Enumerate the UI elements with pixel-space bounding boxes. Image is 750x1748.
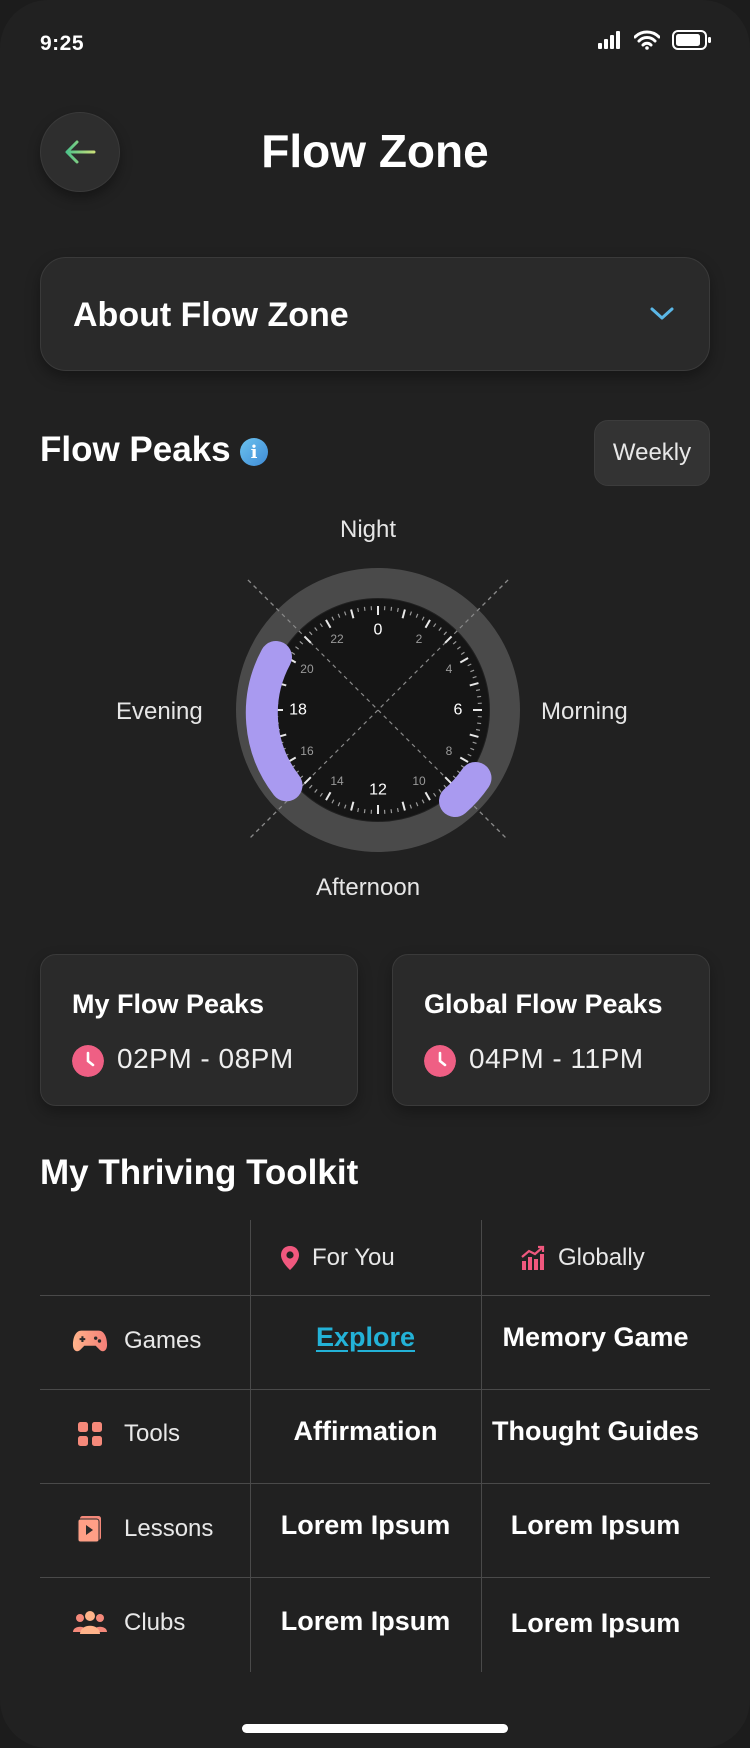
dial-hour-number: 12 bbox=[369, 782, 387, 799]
dial-tick bbox=[357, 807, 360, 813]
tools-global-item[interactable]: Thought Guides bbox=[481, 1416, 710, 1447]
row-label-text: Tools bbox=[124, 1420, 181, 1447]
dial-label-night: Night bbox=[340, 516, 397, 543]
row-label-text: Games bbox=[124, 1327, 202, 1354]
clubs-for-you-item[interactable]: Lorem Ipsum bbox=[250, 1606, 481, 1637]
table-divider bbox=[40, 1483, 710, 1484]
gamepad-icon bbox=[72, 1330, 108, 1352]
dial-hour-number: 0 bbox=[374, 622, 383, 639]
dial-tick bbox=[363, 606, 366, 611]
info-glyph: i bbox=[250, 441, 258, 463]
flow-peaks-dial: 0 2 4 6 8 10 12 14 16 18 20 22 bbox=[236, 568, 520, 852]
table-divider bbox=[40, 1577, 710, 1578]
dial-label-morning: Morning bbox=[541, 698, 628, 725]
peak-card-title: Global Flow Peaks bbox=[424, 989, 663, 1019]
row-label-lessons: Lessons bbox=[72, 1514, 213, 1544]
row-label-text: Clubs bbox=[124, 1609, 186, 1636]
column-header-for-you[interactable]: For You bbox=[280, 1244, 395, 1272]
dial-tick bbox=[396, 807, 399, 813]
peak-card-title: My Flow Peaks bbox=[72, 989, 265, 1019]
global-peak-arc bbox=[439, 762, 492, 817]
toolkit-title: My Thriving Toolkit bbox=[40, 1153, 359, 1192]
period-weekly-button[interactable]: Weekly bbox=[594, 420, 710, 486]
dial-tick bbox=[357, 607, 360, 613]
table-divider bbox=[40, 1295, 710, 1296]
group-icon bbox=[73, 1611, 107, 1634]
status-bar: 9:25 bbox=[0, 0, 750, 90]
table-divider bbox=[40, 1389, 710, 1390]
dial-hour-number: 4 bbox=[446, 662, 453, 676]
home-indicator[interactable] bbox=[242, 1724, 508, 1733]
info-icon[interactable]: i bbox=[240, 438, 268, 466]
dial-hour-number: 8 bbox=[446, 744, 453, 758]
dial-tick bbox=[390, 809, 393, 814]
dial-hour-number: 14 bbox=[330, 774, 344, 788]
games-for-you-link[interactable]: Explore bbox=[250, 1322, 481, 1353]
dial-label-afternoon: Afternoon bbox=[316, 874, 421, 901]
dial-tick bbox=[390, 606, 393, 611]
page-title: Flow Zone bbox=[261, 125, 489, 177]
lessons-global-item[interactable]: Lorem Ipsum bbox=[481, 1510, 710, 1541]
accordion-label: About Flow Zone bbox=[73, 296, 349, 334]
status-time: 9:25 bbox=[40, 32, 85, 55]
dial-tick bbox=[363, 809, 366, 814]
games-global-item[interactable]: Memory Game bbox=[481, 1322, 710, 1353]
row-label-tools: Tools bbox=[72, 1419, 180, 1449]
video-book-icon bbox=[77, 1516, 101, 1543]
dial-label-evening: Evening bbox=[116, 698, 203, 725]
row-label-clubs: Clubs bbox=[72, 1608, 185, 1638]
grid-icon bbox=[78, 1422, 102, 1446]
global-flow-peaks-card[interactable]: Global Flow Peaks 04PM - 11PM bbox=[392, 954, 710, 1106]
wifi-icon bbox=[634, 30, 660, 50]
clock-icon bbox=[424, 1045, 456, 1077]
location-pin-icon bbox=[281, 1246, 299, 1270]
flow-zone-screen: 9:25 Flow Zone About Flow Zone Flow Peak… bbox=[0, 0, 750, 1748]
chevron-down-icon bbox=[650, 307, 674, 320]
clubs-global-item[interactable]: Lorem Ipsum bbox=[481, 1608, 710, 1639]
about-accordion[interactable]: About Flow Zone bbox=[40, 257, 710, 371]
dial-tick bbox=[477, 695, 482, 698]
dial-tick bbox=[396, 607, 399, 613]
cellular-signal-icon bbox=[598, 31, 620, 49]
dial-hour-number: 18 bbox=[289, 702, 307, 719]
row-label-games: Games bbox=[72, 1326, 201, 1356]
dial-tick bbox=[477, 722, 482, 725]
trending-chart-icon bbox=[521, 1245, 545, 1270]
dial-hour-number: 20 bbox=[300, 662, 314, 676]
battery-icon bbox=[672, 30, 711, 50]
column-header-label: Globally bbox=[558, 1244, 645, 1271]
dial-hour-number: 2 bbox=[416, 632, 423, 646]
column-header-label: For You bbox=[312, 1244, 395, 1271]
peak-card-range: 04PM - 11PM bbox=[469, 1043, 644, 1074]
column-header-globally[interactable]: Globally bbox=[520, 1244, 645, 1272]
flow-peaks-title: Flow Peaks bbox=[40, 430, 231, 469]
dial-hour-number: 22 bbox=[330, 632, 344, 646]
clock-icon bbox=[72, 1045, 104, 1077]
row-label-text: Lessons bbox=[124, 1515, 214, 1542]
status-icons bbox=[598, 30, 712, 50]
tools-for-you-item[interactable]: Affirmation bbox=[250, 1416, 481, 1447]
dial-tick bbox=[475, 728, 481, 731]
dial-tick bbox=[475, 689, 481, 692]
dial-hour-number: 10 bbox=[412, 774, 426, 788]
peak-card-range: 02PM - 08PM bbox=[117, 1043, 294, 1074]
my-flow-peaks-card[interactable]: My Flow Peaks 02PM - 08PM bbox=[40, 954, 358, 1106]
dial-hour-number: 16 bbox=[300, 744, 314, 758]
dial-hour-number: 6 bbox=[454, 702, 463, 719]
lessons-for-you-item[interactable]: Lorem Ipsum bbox=[250, 1510, 481, 1541]
